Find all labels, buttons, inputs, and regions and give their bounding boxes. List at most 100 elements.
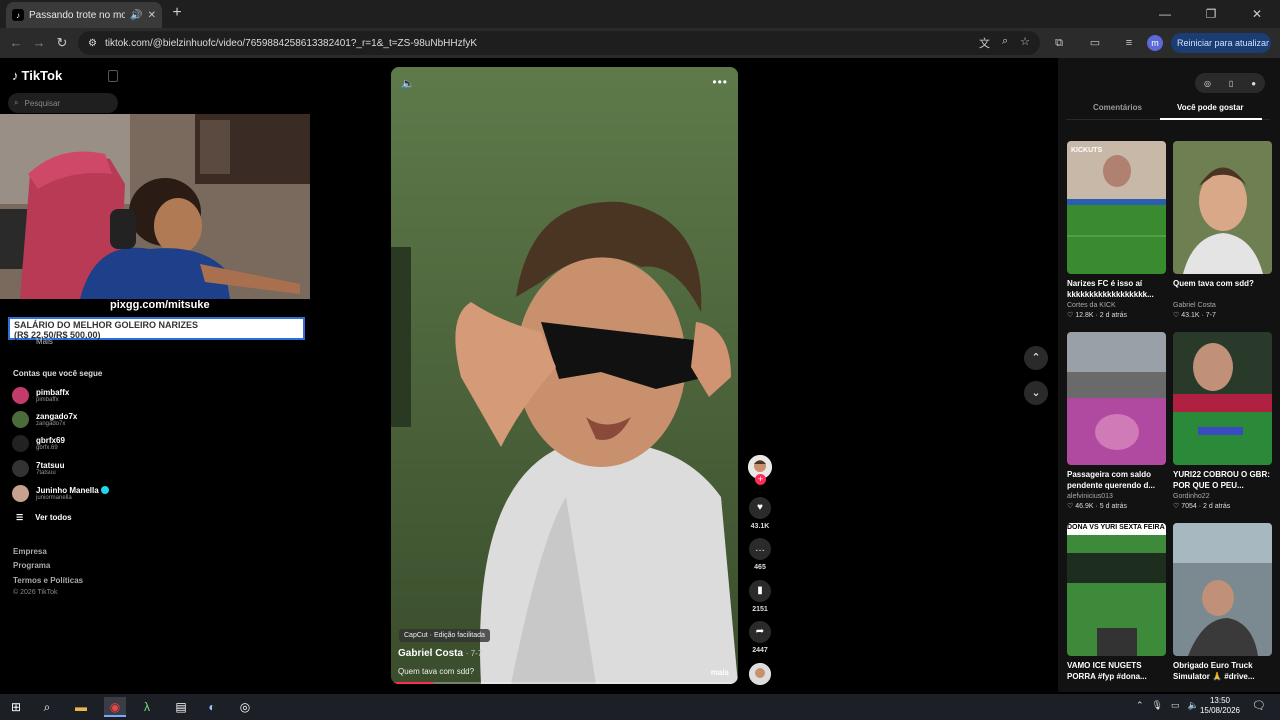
card-title: Quem tava com sdd? — [1173, 279, 1254, 288]
sound-disc-image — [749, 663, 771, 685]
heart-outline-icon: ♡ — [1173, 312, 1180, 319]
sidebar-more-link[interactable]: Mais — [36, 337, 53, 346]
address-bar[interactable]: ⚙ tiktok.com/@bielzinhuofc/video/7659884… — [78, 31, 1040, 55]
card-likes: 46.9K — [1075, 503, 1094, 510]
new-tab-icon[interactable]: + — [168, 4, 186, 22]
tab-audio-icon[interactable]: 🔊 — [130, 10, 142, 21]
copyright: © 2026 TikTok — [13, 589, 58, 596]
account-handle: zangado7x — [36, 420, 66, 427]
thumbnail-label: KICKUTS — [1071, 147, 1103, 154]
comment-button[interactable]: … 465 — [748, 538, 772, 571]
reload-icon[interactable]: ↻ — [52, 33, 72, 53]
network-icon[interactable]: ▭ — [1171, 700, 1180, 711]
search-icon[interactable]: ⌕ — [36, 697, 58, 717]
tab-suggested[interactable]: Você pode gostar — [1177, 103, 1244, 112]
chrome-icon[interactable]: ◉ — [104, 697, 126, 717]
extensions-icon[interactable]: ⧉ — [1050, 34, 1068, 52]
webcam-image — [0, 114, 310, 299]
suggested-video-card[interactable]: KICKUTS Narizes FC é isso aí kkkkkkkkkkk… — [1067, 141, 1166, 319]
avatar — [12, 460, 29, 477]
forward-icon[interactable]: → — [29, 33, 49, 53]
suggested-video-card[interactable]: Passageira com saldo pendente querendo d… — [1067, 332, 1166, 510]
account-handle: pimbaffx — [36, 396, 59, 403]
notification-icon[interactable]: 🗨 — [1252, 699, 1266, 712]
following-account[interactable]: 7tatsuu 7tatsuu — [12, 460, 64, 477]
video-progress-bar[interactable] — [391, 682, 738, 684]
card-meta: ♡ 7054 · 2 d atrás — [1173, 503, 1231, 510]
compass-icon[interactable]: ◎ — [1204, 79, 1211, 88]
donation-goal-title: SALÁRIO DO MELHOR GOLEIRO NARIZES — [14, 320, 199, 330]
reading-list-icon[interactable]: ≡ — [1120, 34, 1138, 52]
update-button-label: Reiniciar para atualizar — [1177, 38, 1270, 48]
microphone-icon[interactable]: 🎙 — [1152, 700, 1163, 711]
clock-time: 13:50 — [1209, 696, 1231, 705]
caption-more-link[interactable]: mais — [711, 668, 729, 677]
account-handle: 7tatsuu — [36, 469, 56, 476]
zoom-icon[interactable]: ⌕ — [1002, 35, 1008, 51]
clock[interactable]: 13:50 15/08/2026 — [1198, 696, 1242, 716]
see-all-button[interactable]: ☰ Ver todos — [16, 513, 72, 522]
save-button[interactable]: ▮ 2151 — [748, 580, 772, 613]
footer-link-company[interactable]: Empresa — [13, 547, 47, 556]
bookmark-star-icon[interactable]: ☆ — [1020, 35, 1030, 51]
maximize-icon[interactable]: ❐ — [1188, 0, 1234, 28]
collapse-sidebar-icon[interactable] — [108, 70, 118, 82]
suggested-video-card[interactable]: DONA VS YURI SEXTA FEIRA VAMO ICE NUGETS… — [1067, 523, 1166, 682]
follow-plus-icon[interactable]: + — [755, 474, 766, 485]
suggested-video-card[interactable]: Obrigado Euro Truck Simulator 🙏 #drive..… — [1173, 523, 1272, 682]
file-explorer-icon[interactable]: ▬ — [70, 697, 92, 717]
video-player[interactable]: 🔈 ••• CapCut · Edição facilitada Gabriel… — [391, 67, 738, 684]
following-account[interactable]: zangado7x zangado7x — [12, 411, 77, 428]
following-account[interactable]: gbrfx69 gbrfx.69 — [12, 435, 65, 452]
footer-link-terms[interactable]: Termos e Políticas — [13, 576, 83, 585]
browser-tab[interactable]: ♪ Passando trote no motel: G 🔊 ✕ — [6, 2, 162, 28]
account-handle: gbrfx.69 — [36, 444, 58, 451]
volume-icon[interactable]: 🔈 — [401, 77, 415, 90]
tab-comments[interactable]: Comentários — [1093, 103, 1142, 112]
minimize-icon[interactable]: — — [1142, 0, 1188, 28]
card-meta: ♡ 43.1K · 7-7 — [1173, 312, 1216, 319]
app-icon[interactable]: λ — [136, 697, 158, 717]
profile-avatar[interactable]: m — [1147, 35, 1163, 51]
steam-icon[interactable]: ◐ — [201, 697, 223, 717]
more-options-icon[interactable]: ••• — [712, 75, 728, 89]
footer-link-program[interactable]: Programa — [13, 561, 50, 570]
suggested-video-card[interactable]: YURI22 COBROU O GBR: POR QUE O PEU... Go… — [1173, 332, 1272, 510]
card-title: Passageira com saldo pendente querendo d… — [1067, 470, 1156, 490]
like-button[interactable]: ♥ 43.1K — [748, 497, 772, 530]
next-video-chevron-down-icon[interactable]: ⌄ — [1024, 381, 1048, 405]
account-name: pimbaffx — [36, 387, 70, 397]
like-count: 43.1K — [750, 523, 770, 530]
close-window-icon[interactable]: ✕ — [1234, 0, 1280, 28]
tiktok-logo[interactable]: ♪ TikTok — [12, 68, 62, 83]
sound-disc[interactable] — [749, 663, 771, 685]
windows-start-icon[interactable]: ⊞ — [5, 697, 27, 717]
video-author[interactable]: Gabriel Costa · 7-7 — [398, 648, 482, 659]
system-tray: ⌃ 🎙 ▭ 🔈 — [1136, 700, 1199, 711]
card-likes: 7054 — [1181, 503, 1197, 510]
previous-video-chevron-up-icon[interactable]: ⌃ — [1024, 346, 1048, 370]
following-account[interactable]: Juninho Manella juniormanella — [12, 485, 109, 502]
capcut-badge[interactable]: CapCut · Edição facilitada — [399, 629, 490, 642]
following-account[interactable]: pimbaffx pimbaffx — [12, 387, 69, 404]
site-info-icon[interactable]: ⚙ — [88, 38, 97, 49]
tab-search-icon[interactable]: ▭ — [1086, 34, 1104, 52]
back-icon[interactable]: ← — [6, 33, 26, 53]
account-handle: juniormanella — [36, 494, 72, 501]
chevron-up-icon[interactable]: ⌃ — [1136, 700, 1144, 711]
update-button[interactable]: Reiniciar para atualizar ⋮ — [1171, 33, 1271, 68]
user-avatar-icon[interactable]: ● — [1251, 79, 1256, 88]
obs-icon[interactable]: ◎ — [234, 697, 256, 717]
taskbar: ⊞ ⌕ ▬ ◉ λ ▤ ◐ ◎ ⌃ 🎙 ▭ 🔈 13:50 15/08/2026… — [0, 694, 1280, 720]
suggested-video-card[interactable]: Quem tava com sdd? Gabriel Costa ♡ 43.1K… — [1173, 141, 1272, 319]
share-button[interactable]: ➦ 2447 — [748, 621, 772, 654]
search-input[interactable]: ⌕ Pesquisar — [8, 93, 118, 113]
url-text[interactable]: tiktok.com/@bielzinhuofc/video/765988425… — [105, 38, 971, 49]
thumbnail-image — [1173, 332, 1272, 465]
phone-icon[interactable]: ▯ — [1229, 79, 1233, 88]
heart-outline-icon: ♡ — [1173, 503, 1180, 510]
document-app-icon[interactable]: ▤ — [170, 697, 192, 717]
video-thumbnail — [1173, 332, 1272, 465]
tab-close-icon[interactable]: ✕ — [148, 10, 156, 21]
translate-icon[interactable]: 文 — [979, 35, 990, 51]
